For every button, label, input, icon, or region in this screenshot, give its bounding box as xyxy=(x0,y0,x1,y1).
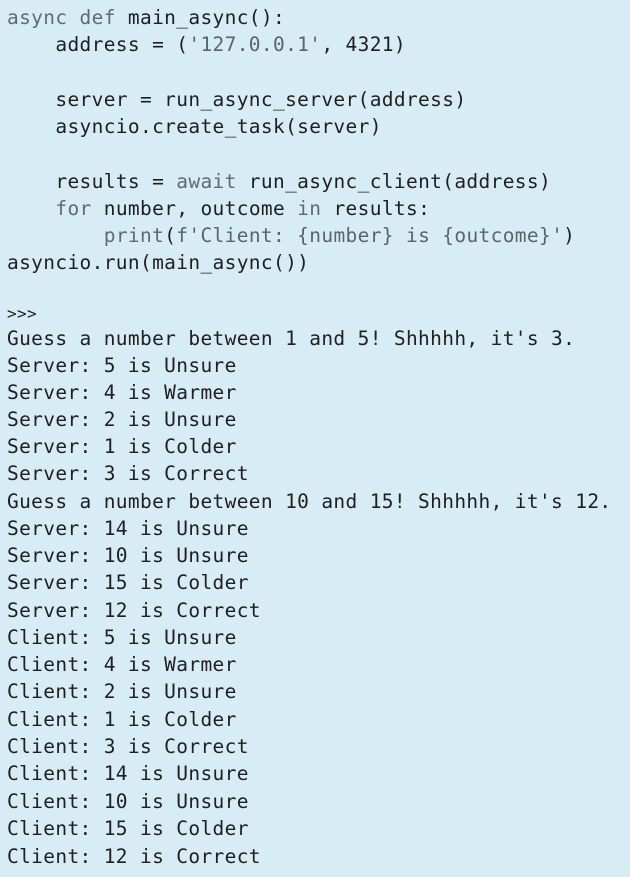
code-token: f'Client: {number} is {outcome}' xyxy=(176,224,564,247)
output-line: Server: 14 is Unsure xyxy=(7,517,249,540)
code-line: server = run_async_server(address) xyxy=(7,86,466,113)
code-token: run_async_client(address) xyxy=(236,170,552,193)
output-line: Client: 15 is Colder xyxy=(7,817,249,840)
code-line: asyncio.create_task(server) xyxy=(7,113,382,140)
code-token: await xyxy=(176,170,237,193)
code-token: in xyxy=(297,197,322,220)
output-line: Guess a number between 1 and 5! Shhhhh, … xyxy=(7,327,576,350)
code-line: async def main_async(): xyxy=(7,4,285,31)
code-line: for number, outcome in results: xyxy=(7,195,430,222)
code-token: results: xyxy=(321,197,431,220)
code-line: print(f'Client: {number} is {outcome}') xyxy=(7,222,575,249)
code-line: results = await run_async_client(address… xyxy=(7,168,551,195)
output-line: Server: 1 is Colder xyxy=(7,435,237,458)
code-panel: async def main_async(): address = ('127.… xyxy=(0,0,630,877)
output-line: Server: 2 is Unsure xyxy=(7,408,237,431)
code-token: address = ( xyxy=(7,33,189,56)
code-token: ( xyxy=(164,224,177,247)
repl-prompt: >>> xyxy=(7,304,37,323)
output-line: Client: 10 is Unsure xyxy=(7,790,249,813)
output-line: Client: 4 is Warmer xyxy=(7,653,237,676)
code-token: number, outcome xyxy=(91,197,298,220)
output-line: Server: 15 is Colder xyxy=(7,571,249,594)
output-line: Server: 12 is Correct xyxy=(7,599,261,622)
output-line: Guess a number between 10 and 15! Shhhhh… xyxy=(7,490,612,513)
code-line: asyncio.run(main_async()) xyxy=(7,249,309,276)
output-line: Client: 14 is Unsure xyxy=(7,762,249,785)
code-token: '127.0.0.1' xyxy=(188,33,322,56)
code-token: for xyxy=(55,197,92,220)
code-token: asyncio.run(main_async()) xyxy=(7,251,310,274)
output-line: Server: 5 is Unsure xyxy=(7,354,237,377)
output-line: Client: 1 is Colder xyxy=(7,708,237,731)
output-line: Server: 3 is Correct xyxy=(7,462,249,485)
code-token: , 4321) xyxy=(321,33,406,56)
code-token: print xyxy=(103,224,165,247)
code-token: async def xyxy=(7,6,116,29)
output-line: Client: 3 is Correct xyxy=(7,735,249,758)
output-line: Client: 12 is Correct xyxy=(7,845,261,868)
output-line: Server: 4 is Warmer xyxy=(7,381,237,404)
code-token: ) xyxy=(563,224,576,247)
code-token: results = xyxy=(7,170,177,193)
code-token: server = run_async_server(address) xyxy=(7,88,467,111)
code-token: main_async(): xyxy=(115,6,286,29)
output-line: Client: 2 is Unsure xyxy=(7,680,237,703)
output-line: Client: 5 is Unsure xyxy=(7,626,237,649)
code-line: address = ('127.0.0.1', 4321) xyxy=(7,31,406,58)
output-line: Server: 10 is Unsure xyxy=(7,544,249,567)
code-token: asyncio.create_task(server) xyxy=(7,115,382,138)
